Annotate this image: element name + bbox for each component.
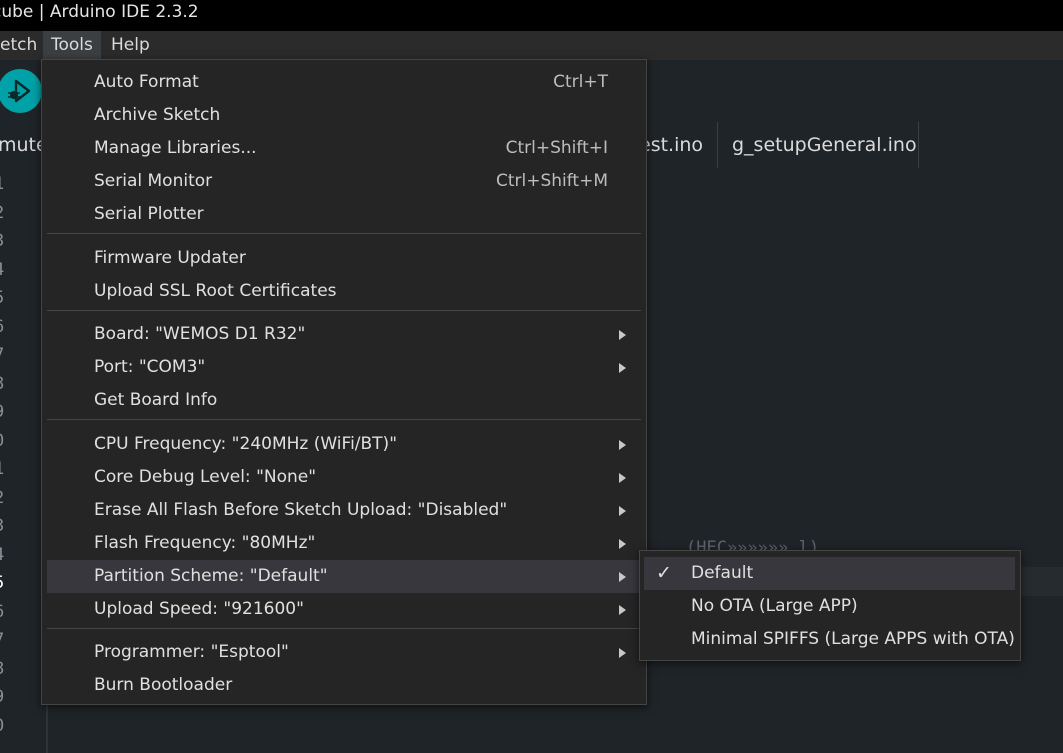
menu-bar: etch Tools Help (0, 31, 1063, 60)
menu-item-label: Board: "WEMOS D1 R32" (94, 324, 306, 344)
menu-item-label: Manage Libraries... (94, 138, 257, 158)
menu-separator (47, 233, 641, 234)
line-number: 2 (0, 488, 14, 508)
chevron-right-icon (619, 363, 626, 373)
menu-item-flash-frequency[interactable]: Flash Frequency: "80MHz" (47, 527, 641, 560)
line-number: 3 (0, 516, 14, 536)
menu-item-label: Firmware Updater (94, 248, 246, 268)
submenu-item-label: Minimal SPIFFS (Large APPS with OTA) (691, 629, 1015, 649)
menu-item-serial-monitor[interactable]: Serial Monitor Ctrl+Shift+M (47, 165, 641, 198)
menu-item-label: Erase All Flash Before Sketch Upload: "D… (94, 500, 508, 520)
line-number: 1 (0, 174, 14, 194)
line-number: 8 (0, 374, 14, 394)
menu-item-label: Port: "COM3" (94, 357, 206, 377)
menu-item-label: Partition Scheme: "Default" (94, 566, 328, 586)
menu-separator (47, 310, 641, 311)
checkmark-icon: ✓ (656, 562, 672, 584)
line-number: 6 (0, 317, 14, 337)
chevron-right-icon (619, 473, 626, 483)
window-title: cube | Arduino IDE 2.3.2 (0, 2, 199, 22)
menu-item-burn-bootloader[interactable]: Burn Bootloader (47, 669, 641, 702)
line-number: 6 (0, 602, 14, 622)
menu-item-label: CPU Frequency: "240MHz (WiFi/BT)" (94, 434, 398, 454)
menu-item-label: Archive Sketch (94, 105, 221, 125)
menu-item-label: Serial Plotter (94, 204, 204, 224)
title-bar: cube | Arduino IDE 2.3.2 (0, 0, 1063, 31)
menu-item-label: Flash Frequency: "80MHz" (94, 533, 316, 553)
menu-item-programmer[interactable]: Programmer: "Esptool" (47, 636, 641, 669)
line-number: 7 (0, 345, 14, 365)
menu-item-get-board-info[interactable]: Get Board Info (47, 384, 641, 417)
menu-help[interactable]: Help (103, 31, 158, 60)
menu-item-erase-flash[interactable]: Erase All Flash Before Sketch Upload: "D… (47, 494, 641, 527)
line-number: 3 (0, 231, 14, 251)
submenu-item-label: Default (691, 563, 754, 583)
arrow-right-icon (8, 79, 31, 103)
menu-item-port[interactable]: Port: "COM3" (47, 351, 641, 384)
menu-item-partition-scheme[interactable]: Partition Scheme: "Default" (47, 560, 641, 593)
submenu-item-no-ota[interactable]: No OTA (Large APP) (644, 590, 1015, 623)
menu-item-shortcut: Ctrl+T (553, 72, 608, 92)
menu-item-upload-ssl-certificates[interactable]: Upload SSL Root Certificates (47, 275, 641, 308)
menu-item-board[interactable]: Board: "WEMOS D1 R32" (47, 318, 641, 351)
debug-upload-button[interactable] (0, 69, 42, 113)
menu-sketch[interactable]: etch (0, 31, 45, 60)
partition-scheme-submenu: ✓ Default No OTA (Large APP) Minimal SPI… (639, 550, 1021, 661)
menu-item-label: Upload SSL Root Certificates (94, 281, 337, 301)
chevron-right-icon (619, 330, 626, 340)
chevron-right-icon (619, 440, 626, 450)
tab-setup-general[interactable]: g_setupGeneral.ino (732, 122, 917, 168)
line-number: 4 (0, 260, 14, 280)
menu-item-upload-speed[interactable]: Upload Speed: "921600" (47, 593, 641, 626)
menu-item-shortcut: Ctrl+Shift+I (505, 138, 608, 158)
menu-item-label: Auto Format (94, 72, 199, 92)
menu-item-core-debug-level[interactable]: Core Debug Level: "None" (47, 461, 641, 494)
line-number: 5 (0, 288, 14, 308)
tab-divider (717, 122, 718, 168)
chevron-right-icon (619, 605, 626, 615)
line-number: 4 (0, 545, 14, 565)
menu-item-serial-plotter[interactable]: Serial Plotter (47, 198, 641, 231)
line-number: 5 (0, 573, 14, 593)
tab-divider (918, 122, 919, 168)
menu-tools[interactable]: Tools (43, 31, 101, 60)
chevron-right-icon (619, 506, 626, 516)
menu-separator (47, 419, 641, 420)
line-number: 9 (0, 687, 14, 707)
line-number: 0 (0, 716, 14, 736)
menu-item-shortcut: Ctrl+Shift+M (495, 171, 608, 191)
chevron-right-icon (619, 648, 626, 658)
menu-item-cpu-frequency[interactable]: CPU Frequency: "240MHz (WiFi/BT)" (47, 428, 641, 461)
menu-item-auto-format[interactable]: Auto Format Ctrl+T (47, 66, 641, 99)
line-number: 8 (0, 659, 14, 679)
line-number: 7 (0, 630, 14, 650)
menu-item-manage-libraries[interactable]: Manage Libraries... Ctrl+Shift+I (47, 132, 641, 165)
menu-item-label: Upload Speed: "921600" (94, 599, 304, 619)
submenu-item-minimal-spiffs[interactable]: Minimal SPIFFS (Large APPS with OTA) (644, 623, 1015, 656)
tools-menu: Auto Format Ctrl+T Archive Sketch Manage… (41, 59, 647, 705)
tab-test[interactable]: est.ino (639, 122, 703, 168)
line-number: 9 (0, 402, 14, 422)
line-number: 0 (0, 431, 14, 451)
menu-separator (47, 628, 641, 629)
menu-item-label: Core Debug Level: "None" (94, 467, 317, 487)
menu-item-firmware-updater[interactable]: Firmware Updater (47, 242, 641, 275)
menu-item-label: Burn Bootloader (94, 675, 233, 695)
submenu-item-label: No OTA (Large APP) (691, 596, 858, 616)
line-number: 2 (0, 203, 14, 223)
submenu-item-default[interactable]: ✓ Default (644, 557, 1015, 590)
menu-item-label: Get Board Info (94, 390, 218, 410)
menu-item-label: Programmer: "Esptool" (94, 642, 289, 662)
line-number: 1 (0, 459, 14, 479)
menu-item-label: Serial Monitor (94, 171, 213, 191)
chevron-right-icon (619, 539, 626, 549)
menu-item-archive-sketch[interactable]: Archive Sketch (47, 99, 641, 132)
chevron-right-icon (619, 572, 626, 582)
